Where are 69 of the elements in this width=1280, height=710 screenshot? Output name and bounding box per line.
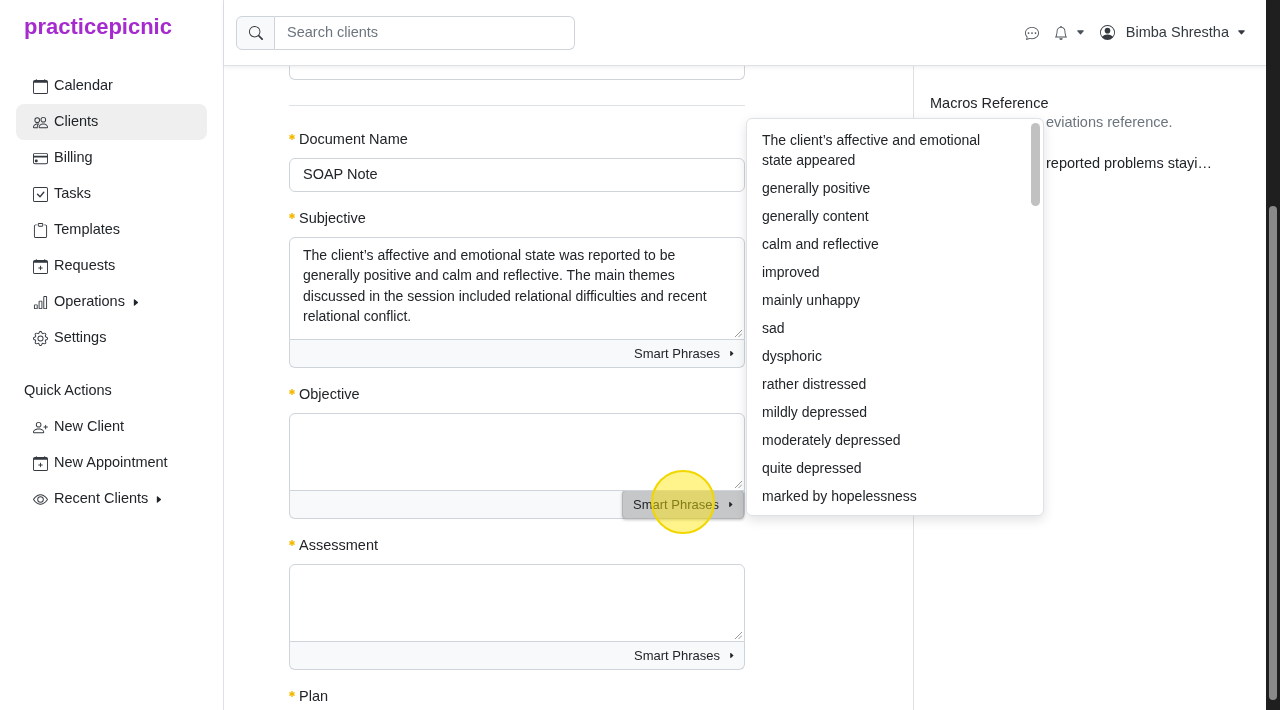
select-field[interactable] <box>289 66 745 80</box>
caret-icon <box>1237 28 1246 37</box>
caret-icon <box>728 652 735 660</box>
panel-title: Macros Reference <box>930 94 1050 113</box>
people-icon <box>33 114 48 130</box>
nav-item[interactable]: New Appointment <box>16 445 207 481</box>
nav-item[interactable]: Tasks <box>16 176 207 212</box>
nav-item[interactable]: Settings <box>16 320 207 356</box>
nav-item[interactable]: Requests <box>16 248 207 284</box>
resize-grip-icon[interactable] <box>734 631 742 640</box>
notifications-button[interactable] <box>1053 25 1085 40</box>
menu-item[interactable]: mainly unhappy <box>747 286 1023 314</box>
field-label: Assessment <box>299 536 378 556</box>
nav-item[interactable]: Calendar <box>16 68 207 104</box>
checkbox-icon <box>33 186 48 202</box>
text-area[interactable] <box>289 564 745 643</box>
calendar-icon <box>33 78 48 94</box>
menu-item[interactable]: The client’s affective and emotional state appeared <box>747 126 1023 174</box>
logo[interactable]: practicepicnic <box>24 14 172 39</box>
field-label: Plan <box>299 687 329 707</box>
field-label: Objective <box>299 385 360 405</box>
menu-item[interactable]: generally content <box>747 202 1023 230</box>
text-input[interactable]: SOAP Note <box>289 158 745 192</box>
menu-item[interactable]: marked by hopelessness <box>747 482 1023 510</box>
clipboard-icon <box>33 222 48 238</box>
resize-grip-icon[interactable] <box>734 329 742 338</box>
smart-phrases-button[interactable]: Smart Phrases <box>624 642 744 670</box>
menu-item[interactable]: improved <box>747 258 1023 286</box>
menu-item[interactable]: mildly depressed <box>747 398 1023 426</box>
menu-item[interactable]: sad <box>747 314 1023 342</box>
caret-icon <box>1075 28 1085 37</box>
nav-item[interactable]: Operations <box>16 284 207 320</box>
text-area[interactable] <box>289 413 745 492</box>
menu-item[interactable]: dysphoric <box>747 342 1023 370</box>
bell-icon <box>1053 25 1068 40</box>
nav-item[interactable]: New Client <box>16 409 207 445</box>
resize-grip-icon[interactable] <box>734 480 742 489</box>
calendar-plus-icon <box>33 455 48 471</box>
nav-item[interactable]: Clients <box>16 104 207 140</box>
nav-item[interactable]: Templates <box>16 212 207 248</box>
smart-phrases-button[interactable]: Smart Phrases <box>624 340 744 368</box>
calendar-plus-icon <box>33 258 48 274</box>
menu-item[interactable]: rather distressed <box>747 370 1023 398</box>
menu-item[interactable]: generally positive <box>747 174 1023 202</box>
nav-item[interactable]: Billing <box>16 140 207 176</box>
person-plus-icon <box>33 419 48 435</box>
chat-icon[interactable] <box>1024 25 1039 40</box>
field-label: Subjective <box>299 209 366 229</box>
field-label: Document Name <box>299 130 408 150</box>
credit-card-icon <box>33 150 48 166</box>
macro-item[interactable]: reported problems stayi… <box>1046 153 1212 175</box>
scrollbar-thumb[interactable] <box>1269 206 1277 700</box>
menu-item[interactable]: moderately depressed <box>747 426 1023 454</box>
caret-icon <box>728 350 735 358</box>
section-heading: Quick Actions <box>24 381 112 401</box>
settings-icon <box>33 330 48 346</box>
text-area[interactable]: The client’s affective and emotional state was reported to be generally positive and calm and reflective. The main themes discussed in the session included relational difficulties and recent relational conflict. <box>289 237 745 341</box>
search-field[interactable]: Search clients <box>275 15 575 50</box>
bar-chart-icon <box>33 294 48 310</box>
menu-item[interactable]: calm and reflective <box>747 230 1023 258</box>
user-menu-button[interactable]: Bimba Shrestha <box>1099 21 1246 44</box>
menu-item[interactable]: quite depressed <box>747 454 1023 482</box>
nav-item[interactable]: Recent Clients <box>16 481 207 517</box>
scrollbar-thumb[interactable] <box>1031 123 1040 206</box>
caret-icon <box>727 501 734 509</box>
search-icon[interactable] <box>248 25 263 40</box>
eye-icon <box>33 491 48 507</box>
panel-description: eviations reference. <box>1046 113 1173 133</box>
user-avatar-icon <box>1099 25 1115 40</box>
